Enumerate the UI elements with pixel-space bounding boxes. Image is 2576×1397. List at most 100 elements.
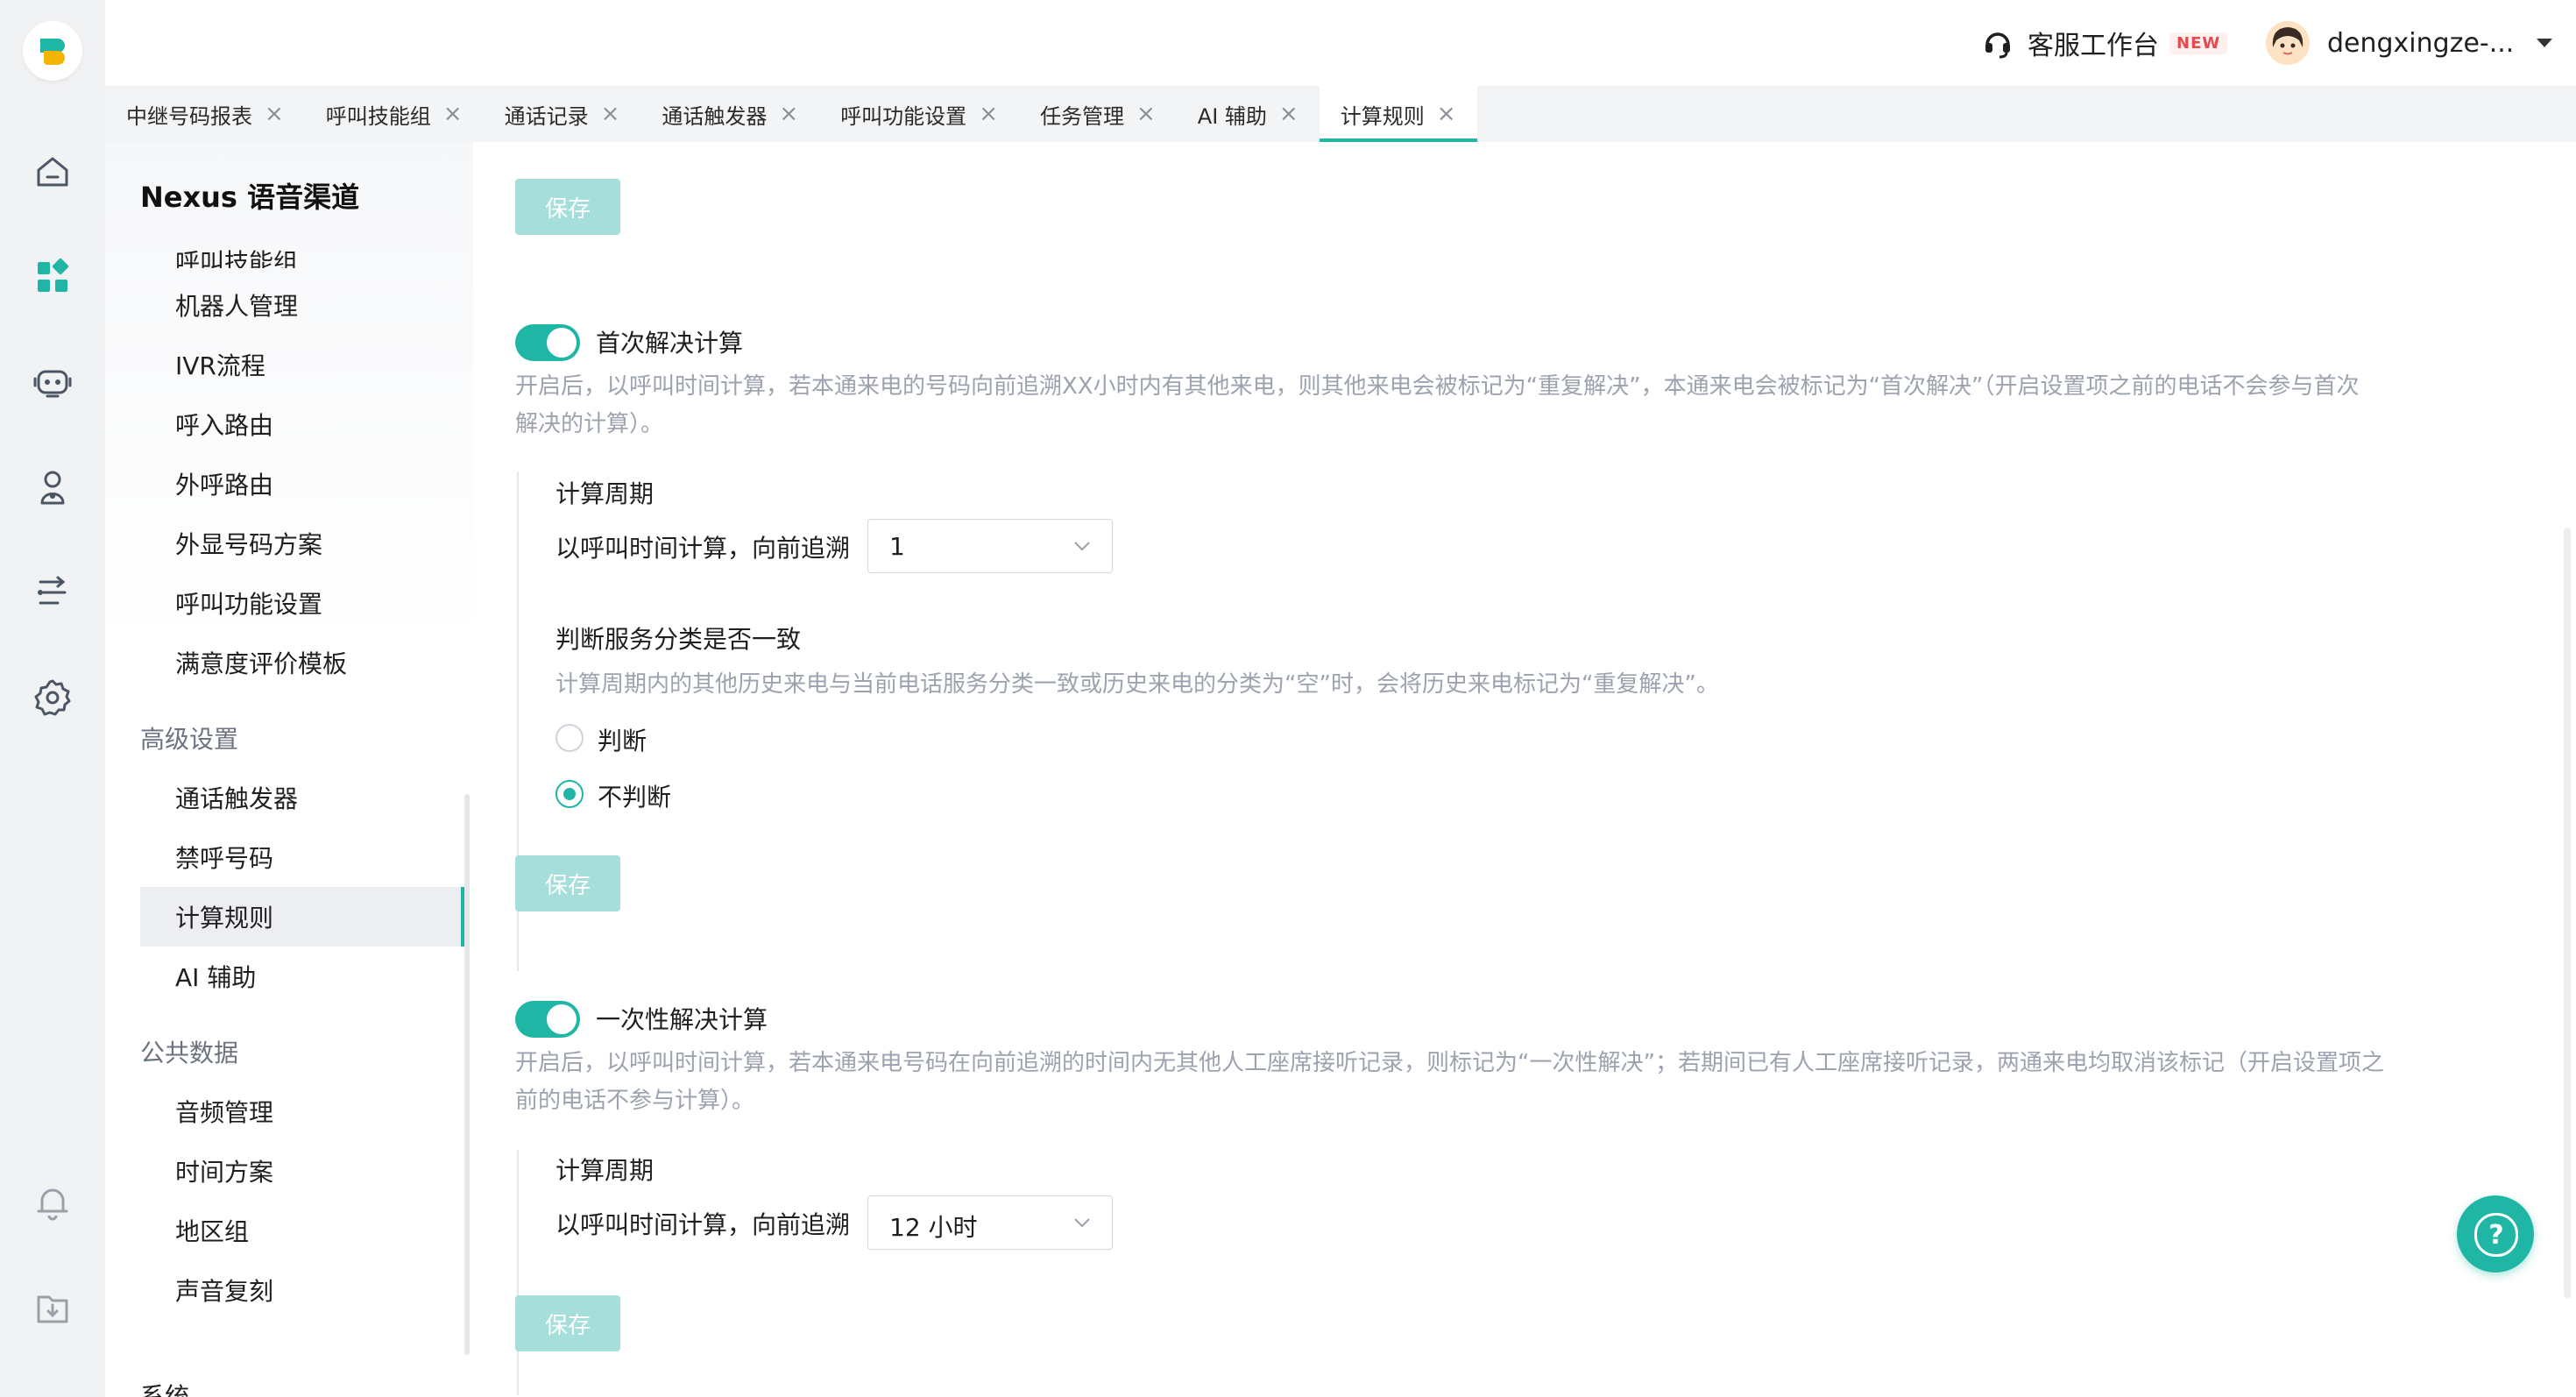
apps-icon[interactable] [32,256,74,298]
headset-icon [1985,32,2010,59]
robot-icon[interactable] [32,361,74,403]
toggle-knob [547,1004,577,1034]
one-time-resolve-title: 一次性解决计算 [596,1005,768,1034]
main-content: 保存 首次解决计算 开启后，以呼叫时间计算，若本通来电的号码向前追溯XX小时内有… [473,142,2576,1397]
tab-label: 计算规则 [1340,103,1425,129]
first-resolve-lookback-label: 以呼叫时间计算，向前追溯 [556,534,851,563]
tab-label: 呼叫技能组 [325,103,431,129]
sidebar-group-public-data: 公共数据 [140,1039,239,1067]
sidebar-item-label: 外显号码方案 [175,530,323,559]
flow-icon[interactable] [32,571,74,613]
sidebar-item-call-function-settings[interactable]: 呼叫功能设置 [140,573,464,633]
sidebar-item-time-plan[interactable]: 时间方案 [140,1141,464,1201]
first-resolve-lookback-select[interactable]: 1 [867,519,1113,573]
first-resolve-toggle[interactable] [515,324,580,361]
tab-call-skill-group[interactable]: 呼叫技能组 × [305,86,484,142]
tab-call-function-settings[interactable]: 呼叫功能设置 × [819,86,1019,142]
sidebar-item-label: 机器人管理 [175,292,299,321]
close-icon[interactable]: × [1279,103,1299,125]
sidebar-item-call-skill-group[interactable]: 呼叫技能组 [140,233,464,268]
select-value: 1 [889,532,905,561]
username: dengxingze-... [2327,27,2515,59]
sidebar-item-label: 呼叫功能设置 [175,590,323,619]
sidebar-item-robot-management[interactable]: 机器人管理 [140,275,464,335]
logo-icon [40,39,65,65]
sidebar-item-outbound-routing[interactable]: 外呼路由 [140,454,464,514]
one-time-resolve-period-label: 计算周期 [556,1156,655,1185]
judge-category-description: 计算周期内的其他历史来电与当前电话服务分类一致或历史来电的分类为“空”时，会将历… [556,671,1719,698]
one-time-resolve-description: 开启后，以呼叫时间计算，若本通来电号码在向前追溯的时间内无其他人工座席接听记录，… [515,1045,2565,1120]
sidebar-item-label: 呼叫技能组 [175,248,299,268]
sidebar-item-caller-id-plan[interactable]: 外显号码方案 [140,514,464,573]
sidebar-item-voice-clone[interactable]: 声音复刻 [140,1260,464,1320]
left-icon-rail [0,0,105,1397]
close-icon[interactable]: × [979,103,998,125]
one-time-resolve-toggle[interactable] [515,1001,580,1038]
description-line: 开启后，以呼叫时间计算，若本通来电的号码向前追溯XX小时内有其他来电，则其他来电… [515,373,2360,400]
app-logo[interactable] [23,21,82,81]
first-resolve-period-label: 计算周期 [556,479,655,508]
agent-icon[interactable] [32,466,74,508]
sidebar-item-label: 满意度评价模板 [175,649,348,678]
sidebar-item-region-group[interactable]: 地区组 [140,1201,464,1260]
sidebar-item-ai-assist[interactable]: AI 辅助 [140,947,464,1006]
save-button[interactable]: 保存 [515,855,620,911]
sidebar-group-advanced: 高级设置 [140,725,239,754]
close-icon[interactable]: × [601,103,620,125]
download-icon[interactable] [32,1287,74,1329]
sidebar-item-label: 音频管理 [175,1098,274,1127]
first-resolve-description: 开启后，以呼叫时间计算，若本通来电的号码向前追溯XX小时内有其他来电，则其他来电… [515,368,2565,443]
sidebar-item-label: 计算规则 [175,904,274,933]
select-value: 12 小时 [889,1213,978,1242]
help-icon: ? [2474,1213,2518,1257]
tab-label: 通话记录 [504,103,589,129]
help-button[interactable]: ? [2457,1195,2534,1273]
top-header: 客服工作台 NEW dengxingze-... [105,0,2576,86]
sidebar-group-system: 系统 [140,1382,190,1397]
toggle-knob [547,328,577,358]
user-menu[interactable]: dengxingze-... [2266,19,2553,67]
tab-label: 呼叫功能设置 [840,103,967,129]
main-scrollbar[interactable] [2564,528,2571,1299]
close-icon[interactable]: × [779,103,798,125]
settings-icon[interactable] [32,677,74,719]
tab-call-trigger[interactable]: 通话触发器 × [640,86,819,142]
sidebar-item-satisfaction-template[interactable]: 满意度评价模板 [140,633,464,692]
secondary-sidebar: Nexus 语音渠道 呼叫技能组 机器人管理 IVR流程 呼入路由 外呼路由 外… [105,142,473,1397]
close-icon[interactable]: × [1437,103,1456,125]
radio-no-judge-label[interactable]: 不判断 [598,778,671,813]
close-icon[interactable]: × [443,103,463,125]
avatar [2266,21,2310,65]
home-icon[interactable] [32,151,74,193]
sidebar-item-label: 地区组 [175,1217,250,1246]
tab-trunk-number-report[interactable]: 中继号码报表 × [105,86,305,142]
chevron-down-icon [1074,542,1090,551]
tab-task-management[interactable]: 任务管理 × [1019,86,1177,142]
tab-ai-assist[interactable]: AI 辅助 × [1177,86,1320,142]
description-line: 解决的计算）。 [515,411,664,437]
sidebar-item-inbound-routing[interactable]: 呼入路由 [140,394,464,454]
tab-call-records[interactable]: 通话记录 × [484,86,641,142]
sidebar-item-label: 声音复刻 [175,1277,274,1306]
tab-calculation-rules[interactable]: 计算规则 × [1319,86,1477,142]
agent-workbench-link[interactable]: 客服工作台 NEW [1980,23,2228,63]
save-button[interactable]: 保存 [515,1295,620,1351]
sidebar-item-call-trigger[interactable]: 通话触发器 [140,768,464,827]
close-icon[interactable]: × [265,103,284,125]
bell-icon[interactable] [32,1181,74,1223]
workbench-label: 客服工作台 [2028,31,2159,61]
radio-judge[interactable] [556,724,584,752]
sidebar-item-blocked-numbers[interactable]: 禁呼号码 [140,827,464,887]
new-badge: NEW [2169,32,2228,54]
tab-label: 任务管理 [1039,103,1124,129]
sidebar-item-ivr-flow[interactable]: IVR流程 [140,335,464,394]
sidebar-item-audio-management[interactable]: 音频管理 [140,1081,464,1141]
radio-judge-label[interactable]: 判断 [598,722,647,757]
one-time-resolve-lookback-select[interactable]: 12 小时 [867,1195,1113,1250]
save-button[interactable]: 保存 [515,179,620,235]
radio-no-judge[interactable] [556,780,584,808]
sidebar-scrollbar[interactable] [464,794,470,1355]
chevron-down-icon [2537,39,2553,47]
close-icon[interactable]: × [1136,103,1156,125]
sidebar-item-calculation-rules[interactable]: 计算规则 [140,887,464,947]
